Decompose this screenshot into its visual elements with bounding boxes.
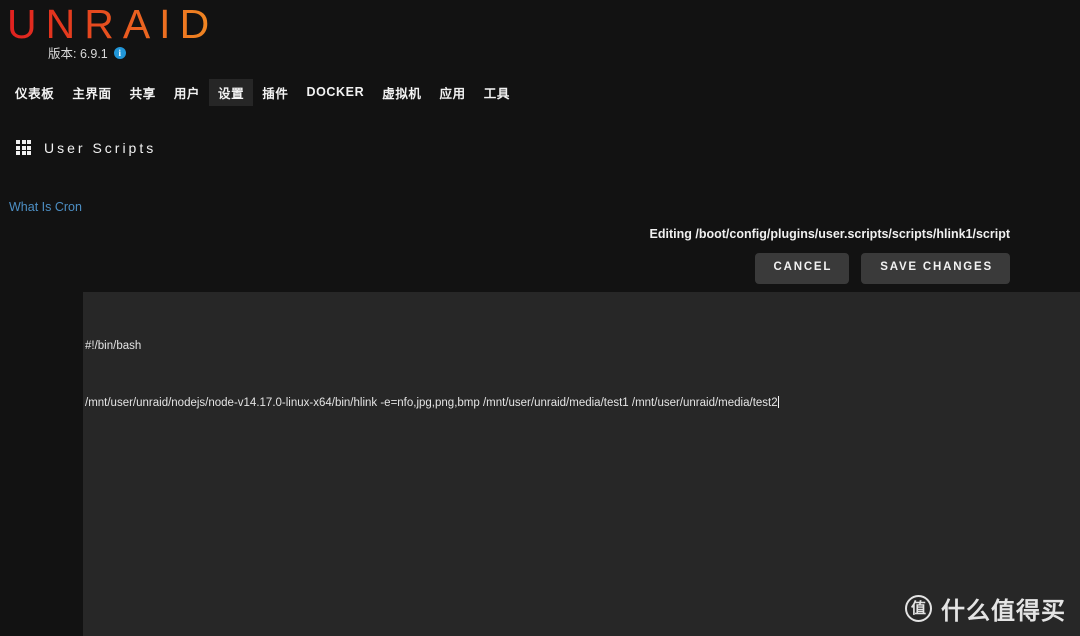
editing-file-path: Editing /boot/config/plugins/user.script… <box>649 227 1010 241</box>
nav-item-dashboard[interactable]: 仪表板 <box>6 79 63 106</box>
nav-item-docker[interactable]: DOCKER <box>297 81 373 103</box>
nav-item-shares[interactable]: 共享 <box>121 79 165 106</box>
code-line-text: /mnt/user/unraid/nodejs/node-v14.17.0-li… <box>85 397 778 409</box>
app-header: UNRAID 版本: 6.9.1 i <box>0 0 1080 72</box>
nav-item-users[interactable]: 用户 <box>165 79 209 106</box>
grid-icon <box>16 140 32 156</box>
page-title-label: User Scripts <box>44 140 157 156</box>
watermark-text: 什么值得买 <box>941 597 1066 625</box>
cancel-button[interactable]: CANCEL <box>754 253 850 284</box>
code-line[interactable]: #!/bin/bash <box>83 337 1080 356</box>
script-code-editor[interactable]: #!/bin/bash /mnt/user/unraid/nodejs/node… <box>83 292 1080 636</box>
text-caret <box>777 396 779 408</box>
nav-item-vms[interactable]: 虚拟机 <box>373 79 430 106</box>
version-label: 版本: 6.9.1 <box>48 47 108 61</box>
editor-content[interactable]: #!/bin/bash /mnt/user/unraid/nodejs/node… <box>83 299 1080 451</box>
nav-item-settings[interactable]: 设置 <box>209 78 254 106</box>
watermark-badge-icon: 值 <box>905 595 932 622</box>
save-changes-button[interactable]: SAVE CHANGES <box>861 253 1010 284</box>
watermark: 值 什么值得买 <box>905 591 1066 626</box>
page-title: User Scripts <box>16 140 156 156</box>
nav-item-plugins[interactable]: 插件 <box>253 79 297 106</box>
nav-item-apps[interactable]: 应用 <box>431 79 475 106</box>
nav-item-tools[interactable]: 工具 <box>475 79 519 106</box>
version-info: 版本: 6.9.1 i <box>48 43 126 62</box>
main-navigation: 仪表板 主界面 共享 用户 设置 插件 DOCKER 虚拟机 应用 工具 <box>0 78 1080 106</box>
unraid-logo: UNRAID <box>7 1 219 47</box>
editor-action-buttons: CANCEL SAVE CHANGES <box>754 253 1010 284</box>
what-is-cron-link[interactable]: What Is Cron <box>9 200 82 214</box>
nav-item-main[interactable]: 主界面 <box>63 79 120 106</box>
info-icon[interactable]: i <box>113 46 126 59</box>
code-line[interactable]: /mnt/user/unraid/nodejs/node-v14.17.0-li… <box>83 394 1080 413</box>
